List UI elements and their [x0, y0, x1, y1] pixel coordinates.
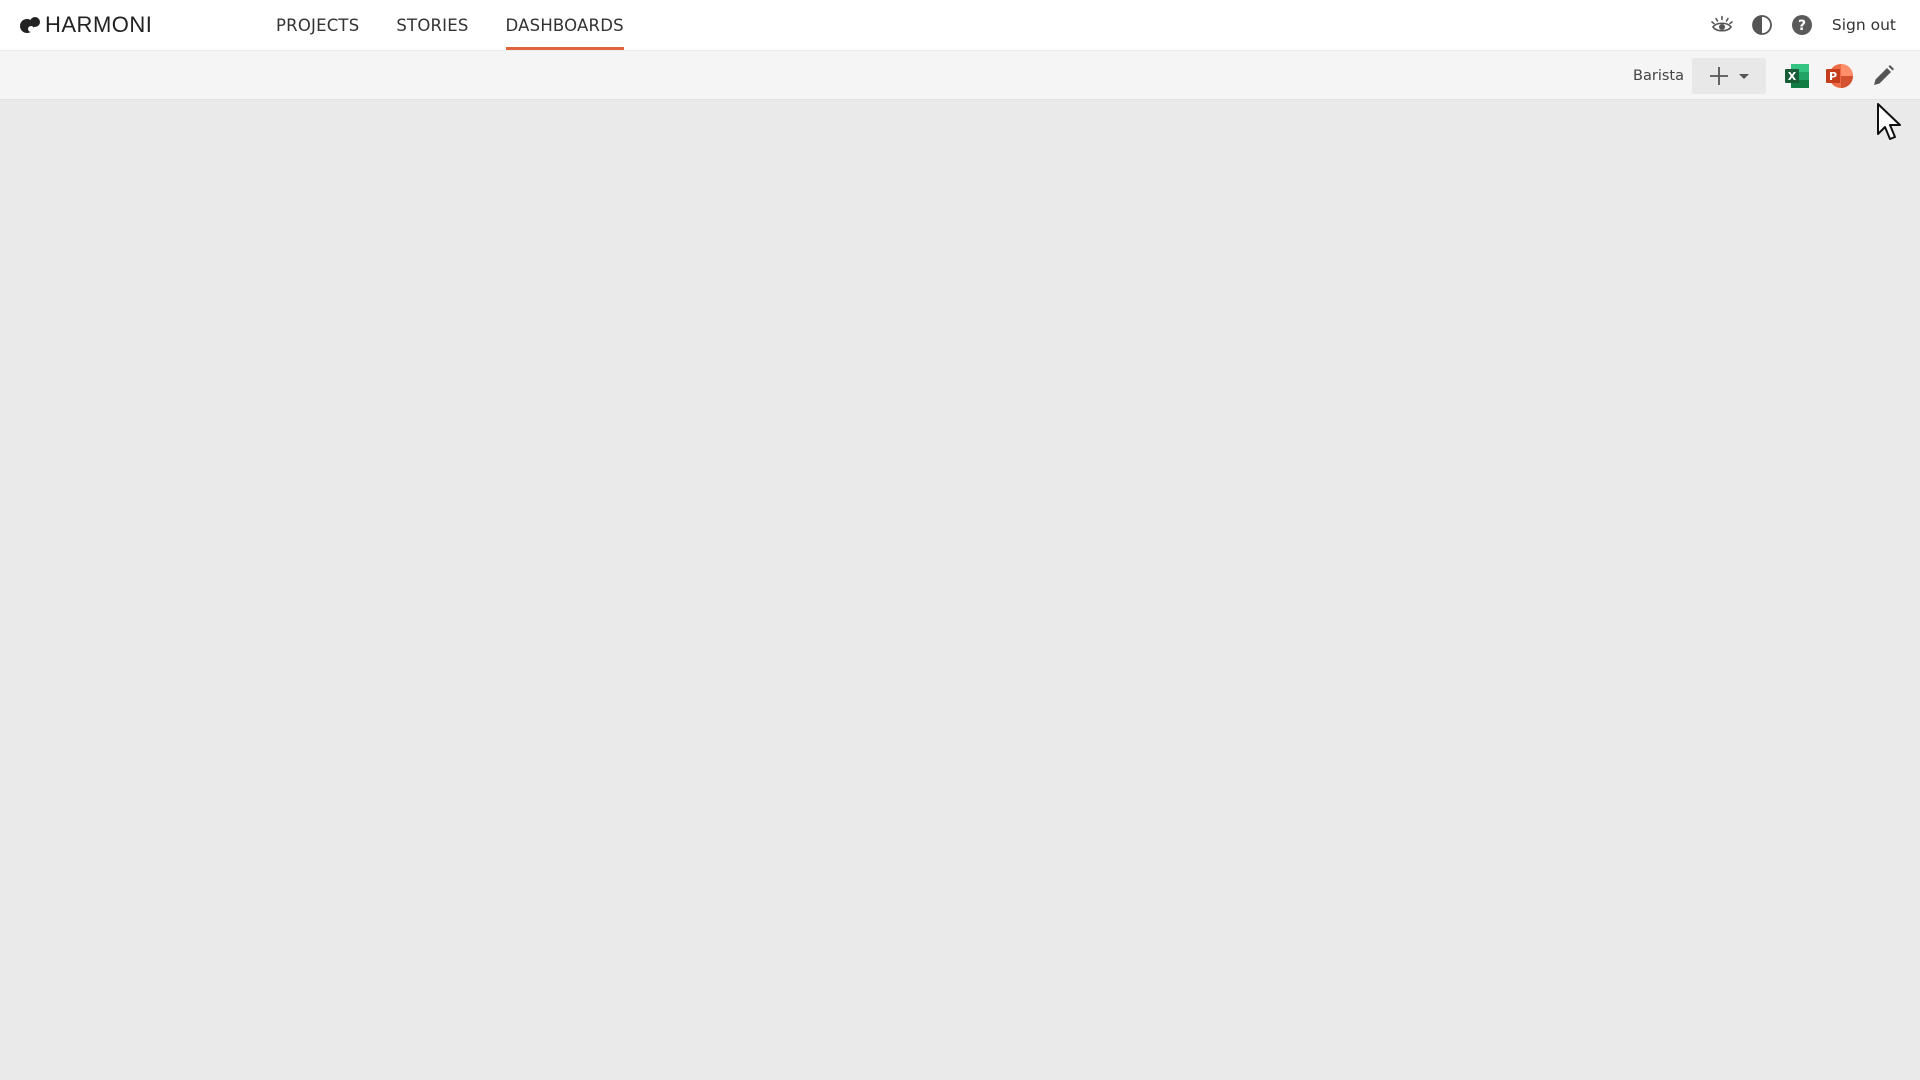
workspace-label: Barista: [1633, 68, 1684, 84]
harmoni-logo[interactable]: HARMONI: [18, 12, 153, 37]
plus-icon: [1710, 67, 1728, 85]
tab-dashboards[interactable]: DASHBOARDS: [505, 0, 625, 50]
add-widget-dropdown[interactable]: [1692, 58, 1766, 94]
svg-text:X: X: [1788, 70, 1797, 83]
contrast-icon[interactable]: [1750, 13, 1774, 37]
dashboard-canvas[interactable]: [0, 100, 1920, 1080]
svg-text:P: P: [1829, 70, 1837, 83]
help-icon[interactable]: ?: [1790, 13, 1814, 37]
pencil-icon[interactable]: [1868, 61, 1898, 91]
tab-projects[interactable]: PROJECTS: [276, 0, 359, 50]
powerpoint-icon[interactable]: P: [1824, 61, 1854, 91]
caret-down-icon: [1739, 74, 1749, 79]
tab-stories[interactable]: STORIES: [396, 0, 468, 50]
toolbar-actions: Barista X P: [1633, 51, 1898, 101]
dashboard-toolbar: Barista X P: [0, 50, 1920, 100]
header-actions: ? Sign out: [1694, 0, 1896, 50]
brand-name: HARMONI: [45, 12, 153, 37]
preview-eye-icon[interactable]: [1710, 13, 1734, 37]
excel-icon[interactable]: X: [1782, 61, 1812, 91]
svg-text:?: ?: [1798, 18, 1806, 34]
sign-out-link[interactable]: Sign out: [1832, 16, 1896, 34]
main-nav: PROJECTS STORIES DASHBOARDS: [276, 0, 661, 50]
mouse-cursor-icon: [1877, 103, 1901, 140]
harmoni-logo-icon: [20, 17, 40, 33]
top-navigation-bar: HARMONI PROJECTS STORIES DASHBOARDS ? Si…: [0, 0, 1920, 50]
